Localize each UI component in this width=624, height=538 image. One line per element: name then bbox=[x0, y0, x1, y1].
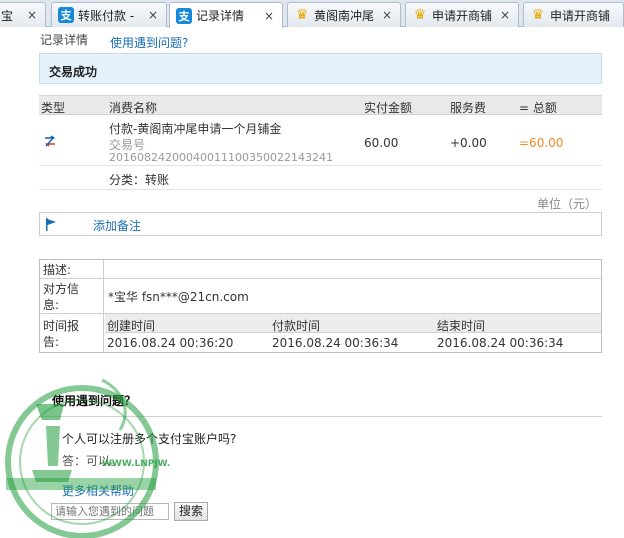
table-header: 类型 消费名称 实付金额 服务费 = 总额 bbox=[39, 95, 602, 115]
tab-shop-apply-1[interactable]: ♛ 申请开商铺 × bbox=[405, 2, 519, 27]
header-fee: 服务费 bbox=[450, 101, 487, 115]
time-subheader: 创建时间 付款时间 结束时间 bbox=[105, 314, 601, 333]
ended-time-label: 结束时间 bbox=[437, 319, 486, 333]
total-value: =60.00 bbox=[519, 136, 564, 150]
header-name: 消费名称 bbox=[109, 101, 158, 115]
page-title: 记录详情 bbox=[40, 33, 89, 47]
time-values: 2016.08.24 00:36:20 2016.08.24 00:36:34 … bbox=[105, 333, 601, 352]
detail-info-table: 描述: 对方信 息: *宝华 fsn***@21cn.com 时间报 告: 创建… bbox=[39, 259, 602, 353]
tab-label: 黄阁南冲尾 bbox=[314, 8, 375, 23]
help-section-title: 使用遇到问题？ bbox=[52, 394, 137, 408]
add-remark-link[interactable]: 添加备注 bbox=[93, 217, 141, 234]
header-amount: 实付金额 bbox=[364, 101, 413, 115]
tab-label: 申请开商铺 bbox=[550, 8, 611, 23]
browser-tab-bar: 宝 × 支 转账付款 - × 支 记录详情 × ♛ 黄阁南冲尾 × ♛ 申请开商… bbox=[0, 0, 624, 28]
status-text: 交易成功 bbox=[49, 65, 98, 79]
tab-label: 申请开商铺 bbox=[432, 8, 493, 23]
tab-shop-apply-2[interactable]: ♛ 申请开商铺 bbox=[523, 2, 624, 27]
add-remark-bar[interactable]: 添加备注 bbox=[39, 212, 602, 236]
faq-answer: 答：可以。 bbox=[62, 454, 123, 468]
paid-time-label: 付款时间 bbox=[272, 319, 321, 333]
tab-label: 转账付款 - bbox=[78, 8, 135, 23]
tab-label: 记录详情 bbox=[196, 9, 245, 23]
time-label-line2: 告: bbox=[43, 335, 60, 349]
bell-icon: ♛ bbox=[295, 7, 309, 23]
category-text: 分类：转账 bbox=[109, 173, 170, 187]
alipay-icon: 支 bbox=[176, 7, 192, 24]
item-name: 付款-黄阁南冲尾申请一个月铺金 bbox=[109, 122, 282, 136]
bell-icon: ♛ bbox=[531, 7, 545, 23]
help-link[interactable]: 使用遇到问题? bbox=[110, 34, 188, 51]
close-icon[interactable]: × bbox=[146, 8, 160, 22]
created-time-label: 创建时间 bbox=[107, 319, 156, 333]
ended-time-value: 2016.08.24 00:36:34 bbox=[437, 336, 564, 350]
close-icon[interactable]: × bbox=[498, 8, 512, 22]
header-type: 类型 bbox=[41, 101, 66, 115]
help-search-input[interactable] bbox=[51, 503, 169, 520]
counterparty-value: *宝华 fsn***@21cn.com bbox=[108, 290, 249, 304]
info-row-description: 描述: bbox=[40, 260, 601, 279]
tab-transfer[interactable]: 支 转账付款 - × bbox=[51, 2, 167, 27]
trade-no: 2016082420004001110035002214324​1 bbox=[109, 151, 333, 164]
description-label: 描述: bbox=[40, 260, 104, 278]
flag-icon bbox=[46, 218, 56, 231]
info-row-counterparty: 对方信 息: *宝华 fsn***@21cn.com bbox=[40, 279, 601, 314]
tab-huangge[interactable]: ♛ 黄阁南冲尾 × bbox=[287, 2, 401, 27]
search-button[interactable]: 搜索 bbox=[174, 502, 208, 521]
close-icon[interactable]: × bbox=[262, 9, 276, 23]
tab-record-detail[interactable]: 支 记录详情 × bbox=[169, 2, 283, 28]
table-row: 付款-黄阁南冲尾申请一个月铺金 交易号 20160824200040011100… bbox=[39, 116, 602, 166]
close-icon[interactable]: × bbox=[25, 8, 39, 22]
transfer-type-icon bbox=[45, 135, 55, 147]
paid-time-value: 2016.08.24 00:36:34 bbox=[272, 336, 399, 350]
fee-value: +0.00 bbox=[450, 136, 487, 150]
info-row-time: 时间报 告: 创建时间 付款时间 结束时间 2016.08.24 00:36:2… bbox=[40, 314, 601, 352]
time-label: 时间报 告: bbox=[40, 314, 104, 352]
tab-0[interactable]: 宝 × bbox=[0, 2, 46, 27]
close-icon[interactable]: × bbox=[380, 8, 394, 22]
bell-icon: ♛ bbox=[413, 7, 427, 23]
unit-label: 单位（元） bbox=[537, 197, 598, 211]
counterparty-label-line1: 对方信 bbox=[43, 282, 80, 296]
amount-value: 60.00 bbox=[364, 136, 399, 150]
faq-question[interactable]: 个人可以注册多个支付宝账户吗? bbox=[62, 430, 236, 447]
time-label-line1: 时间报 bbox=[43, 319, 80, 333]
counterparty-label-line2: 息: bbox=[43, 298, 60, 312]
header-total: = 总额 bbox=[519, 101, 557, 115]
category-row: 分类：转账 bbox=[39, 166, 602, 190]
status-banner: 交易成功 bbox=[39, 53, 602, 84]
tab-label: 宝 bbox=[1, 8, 14, 23]
alipay-icon: 支 bbox=[58, 7, 74, 23]
created-time-value: 2016.08.24 00:36:20 bbox=[107, 336, 234, 350]
more-help-link[interactable]: 更多相关帮助 bbox=[62, 482, 134, 499]
help-divider bbox=[39, 416, 602, 417]
counterparty-label: 对方信 息: bbox=[40, 279, 104, 313]
